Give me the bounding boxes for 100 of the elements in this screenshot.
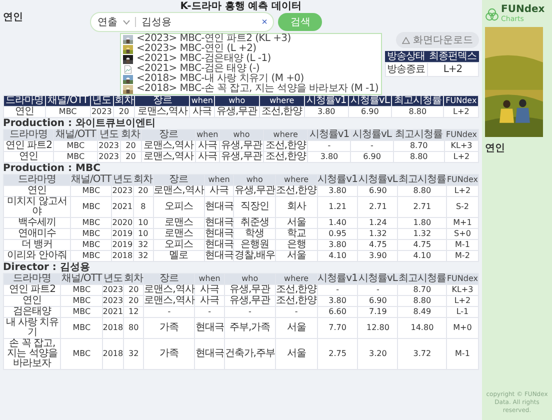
suggestion-item[interactable]: <2023> MBC-연인 파트2 (KL +3) — [123, 34, 378, 44]
table-cell: 사극 — [195, 152, 220, 162]
suggestion-text: <2021> MBC-검은태양 (L -1) — [136, 54, 271, 64]
table-cell: 사극 — [194, 296, 224, 306]
table-cell: 유생,무관 — [214, 106, 260, 118]
table-cell: 유생,무관 — [224, 296, 276, 306]
table-cell: 2021 — [112, 196, 134, 218]
table-cell: 사극 — [195, 140, 220, 152]
table-cell: 오피스 — [153, 196, 204, 218]
table-cell: 6.90 — [358, 296, 398, 306]
search-field[interactable]: 연출 김성용 × — [90, 12, 274, 32]
header-cell: 시청률vL — [348, 96, 392, 106]
table-cell: 미치지 않고서야 — [4, 196, 70, 218]
category-select[interactable]: 연출 — [97, 15, 130, 29]
suggestion-text: <2023> MBC-연인 (L +2) — [136, 44, 256, 54]
download-button[interactable]: 화면다운로드 — [396, 32, 479, 48]
table-cell: - — [350, 140, 394, 152]
header-cell: 최고시청률 — [392, 96, 444, 106]
header-cell: 드라마명 — [4, 130, 54, 140]
table-cell: 8.70 — [393, 140, 445, 152]
table-cell: 조선,한양 — [275, 296, 318, 306]
table-cell: L+2 — [427, 62, 478, 76]
header-cell: when — [190, 96, 214, 106]
header-cell: FUNdex — [446, 174, 478, 186]
table-cell: 6.90 — [348, 106, 392, 118]
clear-button[interactable]: × — [262, 16, 268, 28]
table-cell: 은행원 — [234, 240, 276, 250]
table-cell: 현대극 — [204, 196, 234, 218]
header-cell: 년도 — [102, 274, 124, 284]
table-cell: 검은태양 — [4, 306, 61, 318]
header-cell: who — [214, 96, 260, 106]
table-cell: MBC — [70, 218, 112, 228]
table-cell: - — [317, 284, 358, 296]
table-cell: MBC — [46, 106, 90, 118]
table-cell: 1.24 — [358, 218, 398, 228]
table-cell: 사극 — [190, 106, 214, 118]
table-cell: 학생 — [234, 228, 276, 240]
header-cell: 드라마명 — [4, 274, 61, 284]
table-cell: 20 — [124, 296, 144, 306]
suggestion-item[interactable]: <2018> MBC-내 사랑 치유기 (M +0) — [123, 74, 378, 84]
header-cell: 시청률v1 — [304, 96, 348, 106]
table-cell: 1.32 — [358, 228, 398, 240]
table-cell: 2.75 — [317, 338, 358, 370]
table-cell: 2019 — [112, 228, 134, 240]
table-cell: 20 — [124, 284, 144, 296]
table-cell: 8.80 — [398, 186, 446, 196]
table-cell: 10 — [133, 218, 154, 228]
table-cell: 3.20 — [358, 338, 398, 370]
logo-icon — [485, 8, 499, 20]
table-cell: - — [194, 306, 224, 318]
table-cell: 2019 — [112, 240, 134, 250]
table-cell: 연애미수 — [4, 228, 70, 240]
table-cell: 7.70 — [317, 318, 358, 338]
header-cell: who — [219, 130, 264, 140]
table-cell: 3.90 — [358, 250, 398, 262]
table-cell: 1.21 — [317, 196, 358, 218]
header-cell: 년도 — [90, 96, 114, 106]
table-cell: 서울 — [275, 338, 318, 370]
header-cell: when — [194, 274, 224, 284]
table-cell: - — [308, 140, 351, 152]
table-cell: 로맨스,역사 — [134, 106, 190, 118]
suggestion-item[interactable]: <2023> MBC-연인 (L +2) — [123, 44, 378, 54]
table-cell: 현대극 — [204, 240, 234, 250]
table-cell: 로맨스,역사 — [144, 284, 195, 296]
table-cell: 2.71 — [358, 196, 398, 218]
table-cell: 더 뱅커 — [4, 240, 70, 250]
table-cell: MBC — [54, 140, 98, 152]
table-cell: 서울 — [275, 318, 318, 338]
table-cell: 3.80 — [317, 186, 358, 196]
table-cell: 서울 — [275, 218, 318, 228]
table-cell: S-2 — [446, 196, 478, 218]
table-cell: 이리와 안아줘 — [4, 250, 70, 262]
table-cell: 방송종료 — [385, 62, 427, 76]
table-cell: 현대극 — [194, 318, 224, 338]
table-cell: 20 — [120, 152, 142, 162]
table-cell: MBC — [60, 284, 102, 296]
logo-text: FUNdex — [501, 5, 545, 15]
suggestion-item[interactable]: <2021> MBC-검은 태양 (-) — [123, 64, 378, 74]
table-cell: 8.70 — [398, 284, 446, 296]
header-cell: 채널/OTT — [70, 174, 112, 186]
header-cell: 채널/OTT — [54, 130, 98, 140]
table-cell: 12 — [124, 306, 144, 318]
table-cell: 2023 — [112, 186, 134, 196]
table-cell: 회사 — [275, 196, 318, 218]
table-cell: MBC — [60, 296, 102, 306]
table-cell: 2.71 — [398, 196, 446, 218]
table-cell: - — [144, 306, 195, 318]
section-title: Production : 와이트큐브이엔티 — [3, 118, 156, 129]
table-cell: MBC — [70, 250, 112, 262]
header-cell: 최종펀덱스 — [427, 51, 478, 62]
table-cell: 7.19 — [358, 306, 398, 318]
suggestion-item[interactable]: <2021> MBC-검은태양 (L -1) — [123, 54, 378, 64]
section-title: Production : MBC — [3, 163, 100, 174]
table-cell: 연인 — [4, 106, 46, 118]
table-cell: MBC — [60, 338, 102, 370]
table-cell: 12.80 — [358, 318, 398, 338]
table-cell: KL+3 — [444, 140, 478, 152]
table-cell: 유생,무관 — [219, 140, 264, 152]
table-cell: 유생,무관 — [224, 284, 276, 296]
table-cell: MBC — [60, 318, 102, 338]
